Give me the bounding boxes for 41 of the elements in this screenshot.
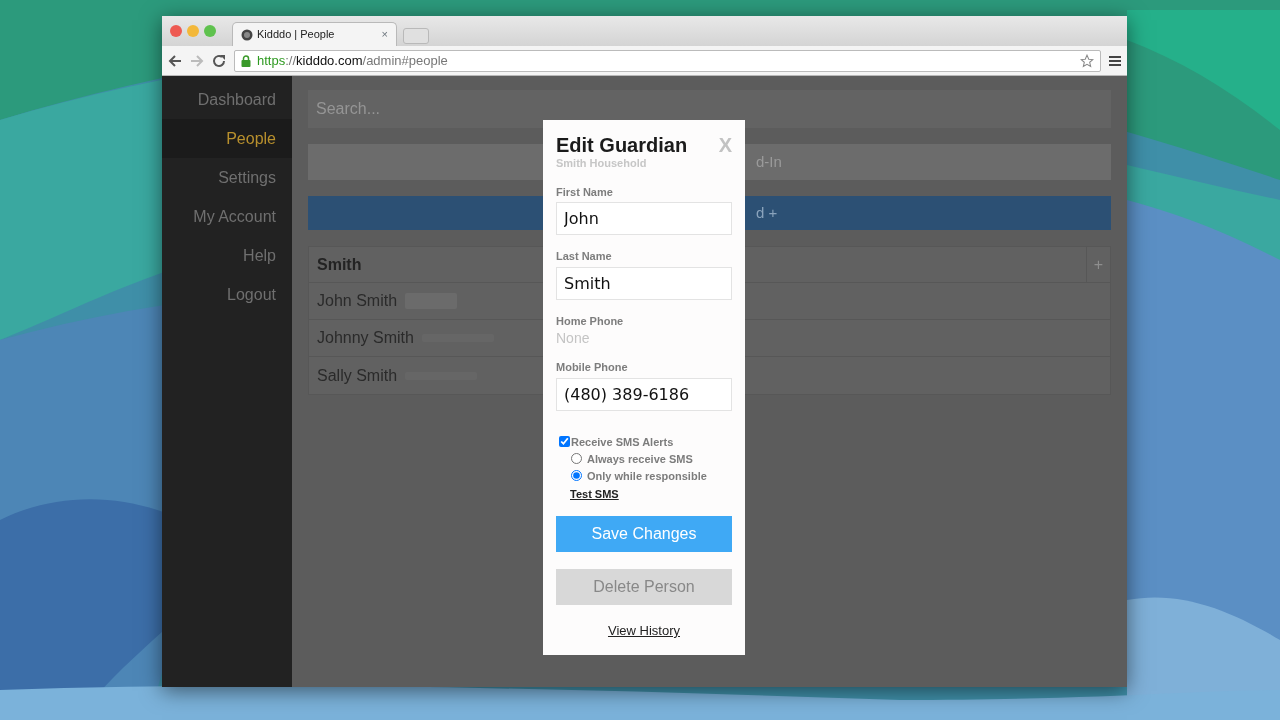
url-text: https://kidddo.com/admin#people	[257, 51, 449, 70]
address-bar[interactable]: https://kidddo.com/admin#people	[234, 49, 1101, 72]
radio-button[interactable]	[571, 453, 582, 464]
sidebar-item[interactable]: Help	[162, 236, 292, 275]
field-value: None	[556, 331, 591, 346]
radio-label: Always receive SMS	[587, 451, 693, 466]
field-label: Home Phone	[556, 313, 625, 329]
test-sms-link[interactable]: Test SMS	[570, 485, 619, 502]
tab-close-button[interactable]: ×	[381, 26, 388, 43]
star-icon[interactable]	[1080, 53, 1094, 68]
site-icon	[241, 28, 253, 41]
radio-label: Only while responsible	[587, 468, 707, 483]
field-label: Mobile Phone	[556, 360, 629, 375]
text-field[interactable]: John	[556, 202, 732, 235]
sidebar-item[interactable]: People	[162, 119, 292, 158]
member-name[interactable]: Sally Smith	[317, 363, 398, 388]
text-field[interactable]: Smith	[556, 266, 732, 300]
close-window-button[interactable]	[170, 25, 182, 37]
dialog-title: Edit Guardian	[556, 134, 688, 156]
add-member-button[interactable]: +	[1086, 246, 1110, 283]
close-button[interactable]: X	[718, 134, 732, 156]
checkbox-label: Receive SMS Alerts	[571, 434, 674, 449]
sidebar-item[interactable]: Logout	[162, 275, 292, 314]
menu-icon[interactable]	[1109, 54, 1121, 67]
radio-button[interactable]	[571, 470, 582, 481]
sms-alerts-checkbox[interactable]	[559, 436, 570, 447]
sidebar-item[interactable]: My Account	[162, 197, 292, 236]
text-field[interactable]: (480) 389-6186	[556, 377, 732, 411]
household-name: Smith	[317, 254, 362, 275]
save-changes-button[interactable]: Save Changes	[556, 516, 732, 552]
view-history-link[interactable]: View History	[608, 621, 680, 641]
delete-person-button[interactable]: Delete Person	[556, 569, 732, 605]
browser-tab[interactable]: Kidddo | People ×	[232, 22, 397, 46]
tab-title: Kidddo | People	[257, 27, 336, 43]
field-label: Last Name	[556, 249, 613, 264]
sidebar-item[interactable]: Dashboard	[162, 80, 292, 119]
reload-icon[interactable]	[212, 53, 226, 68]
back-icon[interactable]	[168, 53, 182, 68]
sidebar-item[interactable]: Settings	[162, 158, 292, 197]
lock-icon	[241, 54, 251, 67]
field-label: First Name	[556, 184, 614, 200]
